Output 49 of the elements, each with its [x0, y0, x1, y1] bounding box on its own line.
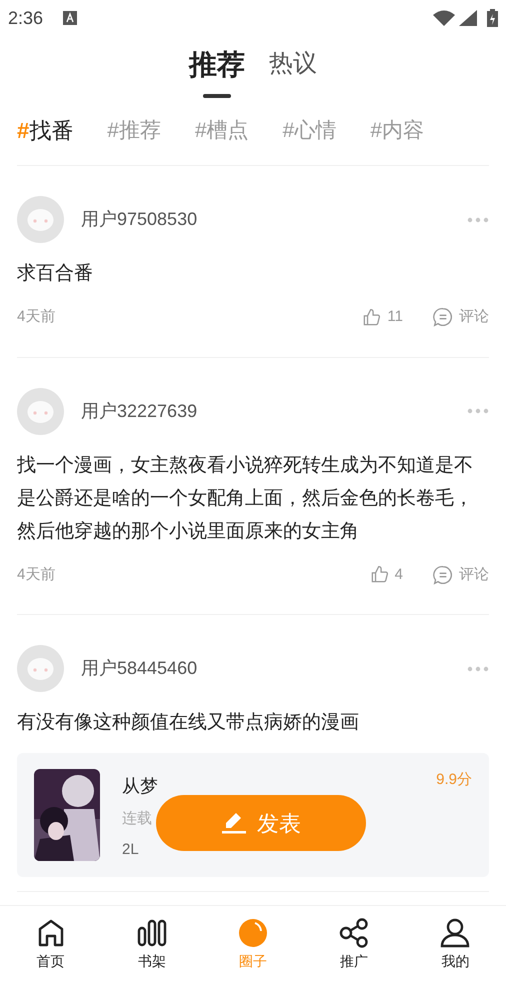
post-text: 求百合番	[17, 262, 94, 286]
post-time: 4天前	[17, 564, 56, 584]
book-floor: 2L	[122, 840, 139, 860]
avatar-icon	[17, 196, 64, 243]
comment-icon	[433, 564, 453, 585]
nav-item[interactable]: 我的	[404, 917, 506, 972]
book-status: 连载	[122, 809, 152, 829]
signal-icon	[459, 10, 477, 26]
thumbs-up-icon	[362, 308, 382, 327]
header-tab[interactable]: 热议	[269, 44, 317, 98]
topic-tab[interactable]: #内容	[370, 114, 424, 146]
comment-button[interactable]: 评论	[433, 306, 489, 328]
avatar-icon	[17, 645, 64, 692]
user-icon	[439, 917, 472, 949]
post-button[interactable]: 发表	[156, 795, 366, 851]
nav-item[interactable]: 推广	[304, 917, 405, 972]
comment-icon	[433, 307, 453, 328]
topic-tab[interactable]: #找番	[17, 114, 74, 147]
bookshelf-icon	[136, 917, 168, 949]
nav-item[interactable]: 首页	[0, 917, 102, 972]
nav-item[interactable]: 圈子	[202, 917, 304, 972]
pencil-icon	[221, 811, 247, 835]
topic-tab[interactable]: #推荐	[107, 114, 161, 146]
topic-tab[interactable]: #心情	[282, 114, 336, 146]
post-text: 有没有像这种颜值在线又带点病娇的漫画	[17, 711, 360, 735]
like-button[interactable]: 4	[370, 564, 403, 586]
wifi-icon	[433, 10, 455, 26]
topic-tab[interactable]: #槽点	[194, 114, 249, 146]
username: 用户58445460	[81, 657, 198, 680]
more-icon[interactable]	[467, 408, 489, 414]
header-tab[interactable]: 推荐	[189, 44, 245, 98]
post-time: 4天前	[17, 307, 56, 327]
like-button[interactable]: 11	[362, 306, 403, 328]
book-score: 9.9分	[436, 770, 472, 790]
more-icon[interactable]	[467, 666, 489, 672]
battery-icon	[487, 9, 498, 27]
status-time: 2:36	[8, 6, 44, 30]
post-text: 找一个漫画，女主熬夜看小说猝死转生成为不知道是不是公爵还是啥的一个女配角上面，然后金色的长卷毛，然后他穿越的那个小说里面原来的女主角	[17, 454, 474, 544]
username: 用户97508530	[81, 208, 198, 231]
avatar-icon	[17, 388, 64, 434]
username: 用户32227639	[81, 400, 198, 422]
keyboard-icon	[63, 11, 78, 25]
share-icon	[338, 917, 370, 949]
nav-item[interactable]: 书架	[101, 917, 202, 972]
circle-icon	[237, 917, 269, 949]
book-title: 从梦	[122, 775, 158, 798]
more-icon[interactable]	[467, 216, 489, 222]
thumbs-up-icon	[370, 565, 389, 584]
comment-button[interactable]: 评论	[433, 564, 489, 586]
